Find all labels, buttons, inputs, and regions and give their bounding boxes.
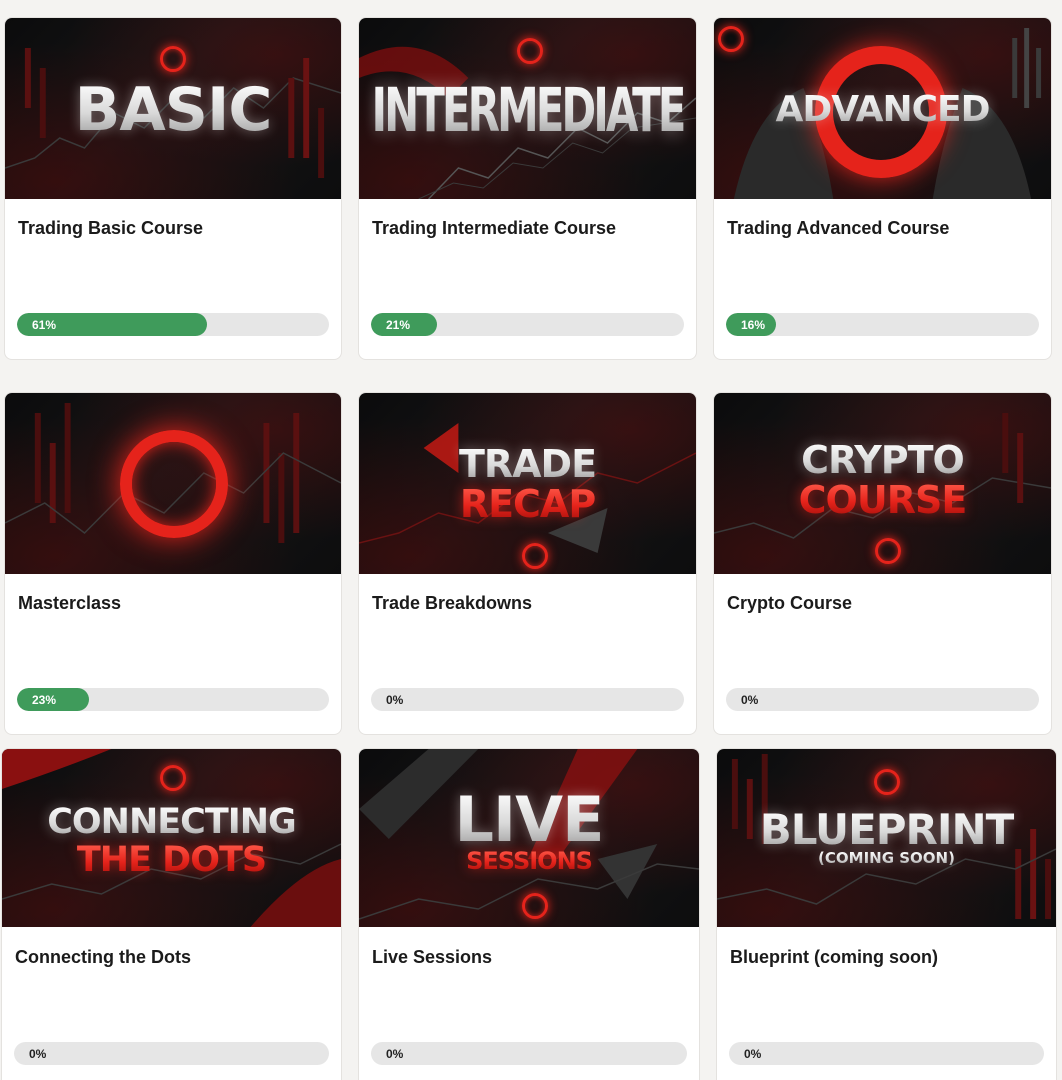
course-card-trade-breakdowns[interactable]: TRADE RECAP Trade Breakdowns 0% xyxy=(358,392,697,735)
red-ring-icon xyxy=(517,38,543,64)
banner-line-2: SESSIONS xyxy=(359,849,699,873)
course-grid: BASIC Trading Basic Course 61% INTERMEDI… xyxy=(0,0,1062,1080)
banner-line-2: (COMING SOON) xyxy=(717,851,1056,866)
progress-percent: 0% xyxy=(386,1047,404,1061)
progress-bar: 0% xyxy=(14,1042,329,1065)
course-title[interactable]: Live Sessions xyxy=(372,947,492,968)
course-card-intermediate[interactable]: INTERMEDIATE Trading Intermediate Course… xyxy=(358,17,697,360)
red-ring-icon xyxy=(160,46,186,72)
banner-line-1: TRADE xyxy=(359,445,696,483)
progress-percent: 0% xyxy=(741,693,759,707)
course-thumbnail-connecting-the-dots[interactable]: CONNECTING THE DOTS xyxy=(2,749,341,927)
red-ring-icon xyxy=(522,543,548,569)
red-ring-icon xyxy=(875,538,901,564)
progress-percent: 23% xyxy=(32,693,57,707)
course-card-blueprint[interactable]: BLUEPRINT (COMING SOON) Blueprint (comin… xyxy=(716,748,1057,1080)
red-ring-icon xyxy=(120,430,228,538)
course-thumbnail-masterclass[interactable] xyxy=(5,393,341,574)
course-card-advanced[interactable]: ADVANCED Trading Advanced Course 16% xyxy=(713,17,1052,360)
course-card-basic[interactable]: BASIC Trading Basic Course 61% xyxy=(4,17,342,360)
course-thumbnail-trade-recap[interactable]: TRADE RECAP xyxy=(359,393,696,574)
course-thumbnail-crypto[interactable]: CRYPTO COURSE xyxy=(714,393,1051,574)
progress-percent: 21% xyxy=(386,318,411,332)
banner-line-1: LIVE xyxy=(359,789,699,851)
course-title[interactable]: Connecting the Dots xyxy=(15,947,191,968)
course-thumbnail-basic[interactable]: BASIC xyxy=(5,18,341,199)
progress-percent: 16% xyxy=(741,318,766,332)
progress-bar: 0% xyxy=(726,688,1039,711)
course-card-live-sessions[interactable]: LIVE SESSIONS Live Sessions 0% xyxy=(358,748,700,1080)
progress-percent: 0% xyxy=(386,693,404,707)
progress-bar: 61% xyxy=(17,313,329,336)
course-card-connecting-the-dots[interactable]: CONNECTING THE DOTS Connecting the Dots … xyxy=(1,748,342,1080)
progress-bar: 0% xyxy=(729,1042,1044,1065)
red-ring-icon xyxy=(874,769,900,795)
banner-line-1: INTERMEDIATE xyxy=(359,79,696,141)
course-thumbnail-live-sessions[interactable]: LIVE SESSIONS xyxy=(359,749,699,927)
course-thumbnail-advanced[interactable]: ADVANCED xyxy=(714,18,1051,199)
course-title[interactable]: Blueprint (coming soon) xyxy=(730,947,938,968)
course-title[interactable]: Trading Basic Course xyxy=(18,218,203,239)
course-title[interactable]: Trading Intermediate Course xyxy=(372,218,616,239)
course-title[interactable]: Masterclass xyxy=(18,593,121,614)
progress-bar: 0% xyxy=(371,1042,687,1065)
progress-percent: 0% xyxy=(744,1047,762,1061)
progress-percent: 0% xyxy=(29,1047,47,1061)
banner-line-2: COURSE xyxy=(714,481,1051,519)
banner-line-2: THE DOTS xyxy=(2,843,341,878)
course-card-masterclass[interactable]: Masterclass 23% xyxy=(4,392,342,735)
banner-line-1: CRYPTO xyxy=(714,441,1051,479)
progress-percent: 61% xyxy=(32,318,57,332)
course-title[interactable]: Crypto Course xyxy=(727,593,852,614)
banner-line-1: BLUEPRINT xyxy=(717,809,1056,851)
banner-line-2: RECAP xyxy=(359,485,696,523)
progress-bar: 0% xyxy=(371,688,684,711)
progress-bar: 21% xyxy=(371,313,684,336)
banner-line-1: BASIC xyxy=(5,80,341,140)
course-thumbnail-intermediate[interactable]: INTERMEDIATE xyxy=(359,18,696,199)
progress-bar: 23% xyxy=(17,688,329,711)
banner-line-1: ADVANCED xyxy=(714,92,1051,128)
red-ring-icon xyxy=(160,765,186,791)
banner-line-1: CONNECTING xyxy=(2,805,341,840)
course-card-crypto[interactable]: CRYPTO COURSE Crypto Course 0% xyxy=(713,392,1052,735)
course-title[interactable]: Trade Breakdowns xyxy=(372,593,532,614)
red-ring-icon xyxy=(718,26,744,52)
course-title[interactable]: Trading Advanced Course xyxy=(727,218,949,239)
progress-bar: 16% xyxy=(726,313,1039,336)
red-ring-icon xyxy=(522,893,548,919)
course-thumbnail-blueprint[interactable]: BLUEPRINT (COMING SOON) xyxy=(717,749,1056,927)
